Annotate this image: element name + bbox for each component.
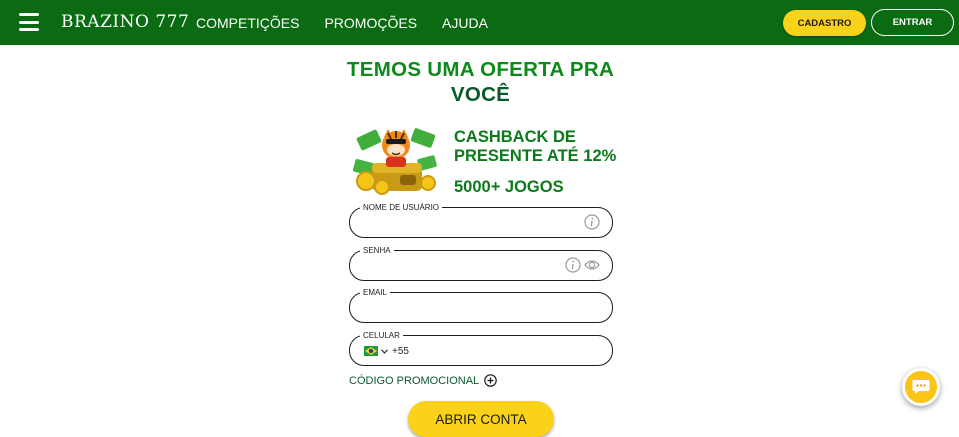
brazil-flag-icon [364, 346, 378, 356]
menu-icon[interactable] [19, 13, 39, 31]
offer-headline: TEMOS UMA OFERTA PRA VOCÊ [300, 57, 661, 107]
email-label: EMAIL [360, 288, 391, 298]
promo-code-label: CÓDIGO PROMOCIONAL [349, 374, 480, 387]
cashback-offer: CASHBACK DE PRESENTE ATÉ 12% [454, 128, 616, 166]
cashback-line-1: CASHBACK DE [454, 128, 576, 146]
brand-logo[interactable]: BRAZINO 777 [61, 10, 189, 34]
headline-line-2: VOCÊ [450, 83, 511, 106]
headline-line-1: TEMOS UMA OFERTA PRA [346, 58, 615, 81]
cashback-illustration [352, 128, 437, 195]
chat-icon [912, 380, 930, 394]
nav-item-competicoes[interactable]: COMPETIÇÕES [196, 15, 299, 31]
nav-item-promocoes[interactable]: PROMOÇÕES [324, 15, 417, 31]
email-input[interactable] [364, 298, 564, 316]
main-nav: COMPETIÇÕES PROMOÇÕES AJUDA [196, 0, 513, 45]
games-count: 5000+ JOGOS [454, 178, 564, 196]
promo-code-toggle[interactable]: CÓDIGO PROMOCIONAL [349, 374, 497, 387]
password-label: SENHA [360, 246, 394, 256]
open-account-button[interactable]: ABRIR CONTA [408, 401, 554, 437]
phone-label: CELULAR [360, 331, 403, 341]
eye-icon[interactable] [584, 257, 600, 273]
phone-dial-code: +55 [392, 345, 409, 357]
nav-item-ajuda[interactable]: AJUDA [442, 15, 488, 31]
top-header: BRAZINO 777 COMPETIÇÕES PROMOÇÕES AJUDA … [0, 0, 959, 45]
username-input[interactable] [364, 213, 564, 231]
password-input[interactable] [364, 256, 564, 274]
country-code-selector[interactable]: +55 [364, 344, 409, 358]
username-label: NOME DE USUÁRIO [360, 203, 443, 213]
cashback-line-2: PRESENTE ATÉ 12% [454, 147, 617, 165]
chevron-down-icon [381, 348, 388, 354]
signup-button[interactable]: CADASTRO [783, 10, 866, 36]
info-icon[interactable] [565, 257, 581, 273]
login-button[interactable]: ENTRAR [871, 9, 954, 36]
chat-button[interactable] [902, 368, 940, 406]
info-icon[interactable] [584, 214, 600, 230]
plus-circle-icon[interactable] [484, 374, 497, 387]
